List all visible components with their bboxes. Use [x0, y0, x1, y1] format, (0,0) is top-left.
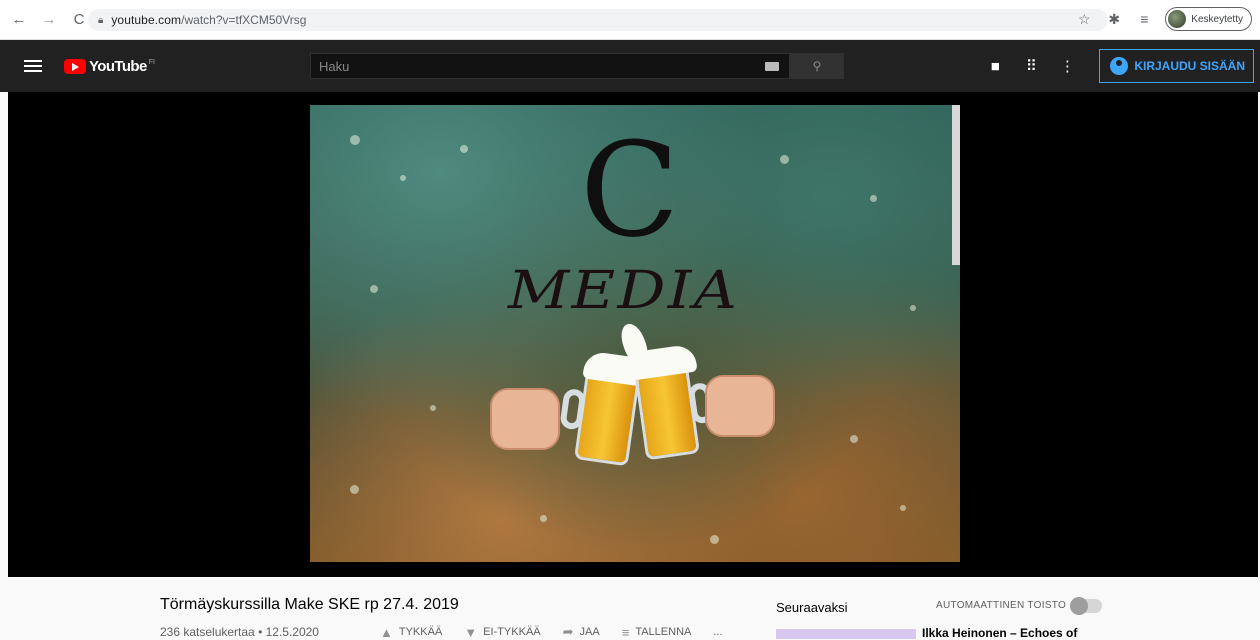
star-icon[interactable]: ☆: [1075, 11, 1093, 28]
dislike-button[interactable]: ▼ EI-TYKKÄÄ: [464, 624, 540, 640]
sign-in-label: KIRJAUDU SISÄÄN: [1134, 59, 1245, 73]
browser-actions: ☆ ✱ ≡ Keskeytetty: [1075, 7, 1252, 31]
masthead: YouTube FI ⚲ ■ ⠿ ⋮ KIRJAUDU SISÄÄN: [0, 40, 1260, 92]
profile-button[interactable]: Keskeytetty: [1165, 7, 1252, 31]
next-video-thumbnail[interactable]: [776, 629, 916, 639]
left-fist: [490, 388, 560, 450]
keyboard-icon[interactable]: [765, 62, 779, 71]
like-button[interactable]: ▲ TYKKÄÄ: [380, 624, 442, 640]
frame-edge: [952, 105, 960, 265]
save-label: TALLENNA: [635, 626, 692, 638]
thumb-up-icon: ▲: [380, 624, 393, 640]
forward-arrow-icon[interactable]: →: [38, 9, 60, 31]
create-video-icon[interactable]: ■: [977, 58, 1013, 75]
share-label: JAA: [579, 626, 600, 638]
thumb-down-icon: ▼: [464, 624, 478, 640]
lock-icon: 🔒︎: [98, 14, 104, 26]
avatar: [1168, 10, 1187, 28]
menu-icon[interactable]: [24, 60, 42, 72]
video-title: Törmäyskurssilla Make SKE rp 27.4. 2019: [160, 596, 459, 613]
video-frame[interactable]: C MEDIA: [310, 105, 960, 562]
more-actions-button[interactable]: ...: [713, 624, 722, 640]
playlist-add-icon: ≡: [621, 624, 630, 640]
url-host: youtube.com: [111, 13, 182, 27]
search-button[interactable]: ⚲: [790, 53, 844, 79]
up-next-label: Seuraavaksi: [776, 600, 848, 615]
account-icon: [1110, 57, 1129, 75]
back-arrow-icon[interactable]: ←: [8, 9, 30, 31]
search-input[interactable]: [319, 58, 749, 74]
youtube-play-icon: [64, 58, 86, 74]
reading-list-icon[interactable]: ≡: [1135, 11, 1153, 27]
more-vert-icon[interactable]: ⋮: [1049, 57, 1085, 75]
share-button[interactable]: ➦ JAA: [563, 624, 600, 640]
masthead-actions: ■ ⠿ ⋮ KIRJAUDU SISÄÄN: [977, 49, 1254, 83]
autoplay-toggle[interactable]: [1070, 597, 1102, 615]
search-box: [310, 53, 790, 79]
save-button[interactable]: ≡ TALLENNA: [622, 624, 692, 640]
dislike-label: EI-TYKKÄÄ: [483, 626, 541, 638]
video-meta: 236 katselukertaa • 12.5.2020: [160, 625, 319, 639]
profile-label: Keskeytetty: [1191, 13, 1243, 25]
like-label: TYKKÄÄ: [398, 626, 443, 638]
youtube-logo[interactable]: YouTube FI: [64, 58, 155, 75]
media-logo-letter: C: [580, 114, 680, 266]
share-icon: ➦: [562, 624, 574, 639]
apps-grid-icon[interactable]: ⠿: [1013, 57, 1049, 75]
video-info: Törmäyskurssilla Make SKE rp 27.4. 2019 …: [0, 577, 1260, 640]
address-bar[interactable]: 🔒︎ youtube.com/watch?v=tfXCM50Vrsg: [88, 9, 1108, 31]
video-actions: ▲ TYKKÄÄ ▼ EI-TYKKÄÄ ➦ JAA ≡ TALLENNA ...: [380, 624, 723, 640]
browser-toolbar: ← → C 🔒︎ youtube.com/watch?v=tfXCM50Vrsg…: [0, 0, 1260, 40]
right-fist: [705, 375, 775, 437]
next-video-title[interactable]: Ilkka Heinonen – Echoes of: [922, 626, 1077, 640]
media-logo-word: MEDIA: [508, 261, 740, 321]
url-path: /watch?v=tfXCM50Vrsg: [181, 13, 307, 27]
video-player[interactable]: C MEDIA: [8, 92, 1258, 577]
logo-country: FI: [148, 58, 155, 66]
left-beer-mug: [559, 350, 652, 467]
sign-in-button[interactable]: KIRJAUDU SISÄÄN: [1099, 49, 1254, 83]
right-beer-mug: [628, 343, 715, 461]
search-icon: ⚲: [812, 59, 822, 73]
reload-icon[interactable]: C: [68, 9, 90, 31]
logo-text: YouTube: [89, 57, 147, 75]
extensions-icon[interactable]: ✱: [1105, 11, 1123, 28]
autoplay-label: AUTOMAATTINEN TOISTO: [936, 600, 1067, 611]
